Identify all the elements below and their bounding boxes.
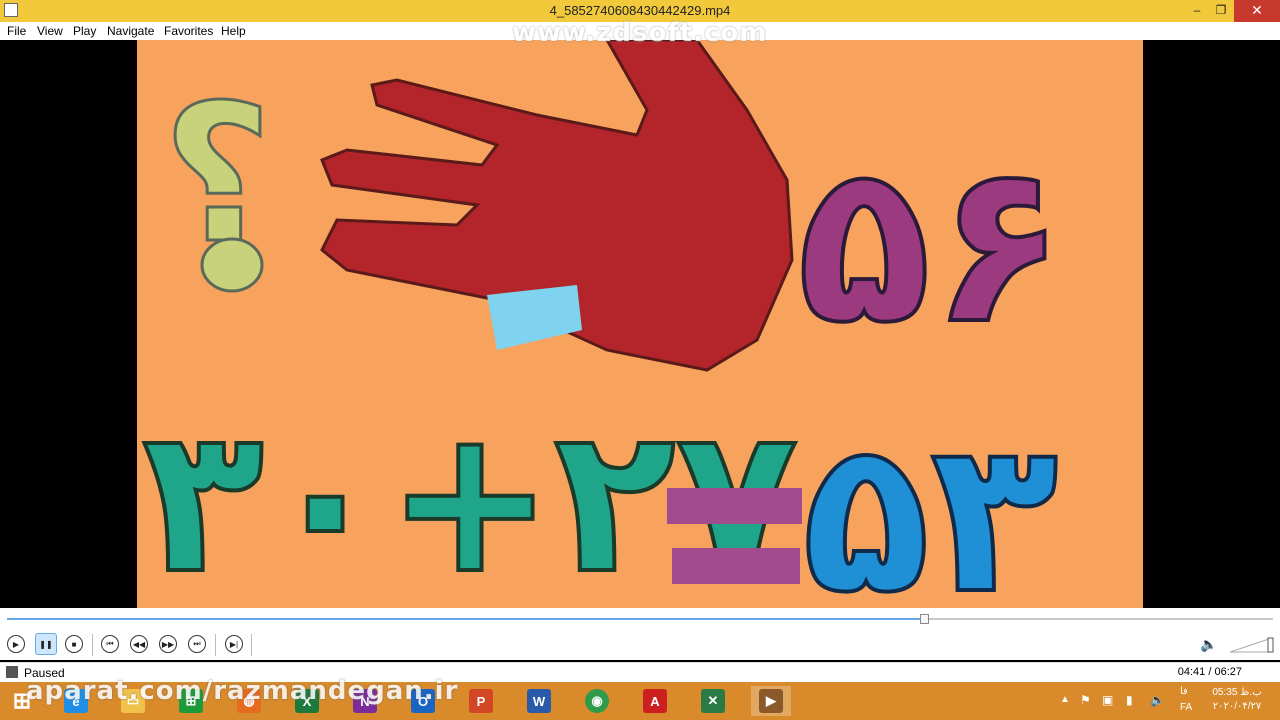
question-dot — [200, 237, 264, 293]
volume-slider[interactable] — [1230, 636, 1274, 654]
control-divider — [251, 634, 252, 656]
word-icon[interactable]: W — [519, 686, 559, 716]
pause-icon[interactable]: ❚❚ — [35, 633, 57, 655]
tray-signal-icon[interactable]: ▮ — [1126, 693, 1133, 707]
next-icon[interactable]: ⏭ — [188, 635, 206, 653]
chrome-icon[interactable]: ◉ — [577, 686, 617, 716]
frame-step-icon[interactable]: ▶| — [225, 635, 243, 653]
status-icon — [6, 666, 18, 678]
app-green-icon[interactable]: ✕ — [693, 686, 733, 716]
media-player-icon[interactable]: ▶ — [751, 686, 791, 716]
close-button[interactable]: ✕ — [1234, 0, 1280, 22]
menu-help[interactable]: Help — [221, 24, 246, 38]
tray-arrow-icon[interactable]: ▲ — [1060, 694, 1070, 705]
control-divider — [92, 634, 93, 656]
tray-clock[interactable]: 05:35 ب.ظ ۲۰۲۰/۰۴/۲۷ — [1206, 686, 1268, 714]
menu-play[interactable]: Play — [73, 24, 96, 38]
menu-file[interactable]: File — [7, 24, 26, 38]
menu-view[interactable]: View — [37, 24, 63, 38]
window-title: 4_5852740608430442429.mp4 — [549, 3, 731, 18]
rewind-icon[interactable]: ◀◀ — [130, 635, 148, 653]
forward-icon[interactable]: ▶▶ — [159, 635, 177, 653]
tray-volume-icon[interactable]: 🔈 — [1150, 693, 1165, 707]
equals-bar-bottom — [672, 548, 800, 584]
equals-bar-top — [667, 488, 802, 524]
tray-lang[interactable]: FA — [1180, 702, 1192, 713]
time-display: 04:41 / 06:27 — [1177, 666, 1242, 678]
playback-controls: ▶ ❚❚ ■ ⏮ ◀◀ ▶▶ ⏭ ▶| 🔈 — [0, 630, 1280, 660]
powerpoint-icon[interactable]: P — [461, 686, 501, 716]
equation-result: ۵۳ — [802, 395, 1058, 608]
menu-favorites[interactable]: Favorites — [164, 24, 213, 38]
watermark-top: www.zdsoft.com — [512, 18, 768, 48]
stop-icon[interactable]: ■ — [65, 635, 83, 653]
tray-lang-fa[interactable]: فا — [1180, 686, 1188, 697]
tray-network-icon[interactable]: ⚑ — [1080, 693, 1091, 707]
seek-thumb[interactable] — [919, 614, 929, 624]
tray-device-icon[interactable]: ▣ — [1102, 693, 1113, 707]
volume-icon[interactable]: 🔈 — [1200, 636, 1217, 653]
menu-navigate[interactable]: Navigate — [107, 24, 154, 38]
restore-button[interactable]: ❐ — [1208, 0, 1234, 22]
video-frame: ؟ ۵۶ ۳۰+۲۷ ۵۳ — [137, 40, 1143, 608]
seek-track[interactable] — [7, 618, 1273, 620]
acrobat-icon[interactable]: A — [635, 686, 675, 716]
video-area[interactable]: ؟ ۵۶ ۳۰+۲۷ ۵۳ — [137, 40, 1143, 608]
watermark-bottom: aparat.com/razmandegan.ir — [26, 676, 459, 706]
tray-date: ۲۰۲۰/۰۴/۲۷ — [1212, 701, 1262, 712]
top-digits: ۵۶ — [797, 116, 1066, 372]
tray-time: 05:35 ب.ظ — [1212, 687, 1262, 698]
control-divider — [215, 634, 216, 656]
play-icon[interactable]: ▶ — [7, 635, 25, 653]
minimize-button[interactable]: – — [1184, 0, 1210, 22]
seek-progress — [7, 618, 924, 620]
seek-bar[interactable] — [0, 608, 1280, 630]
previous-icon[interactable]: ⏮ — [101, 635, 119, 653]
